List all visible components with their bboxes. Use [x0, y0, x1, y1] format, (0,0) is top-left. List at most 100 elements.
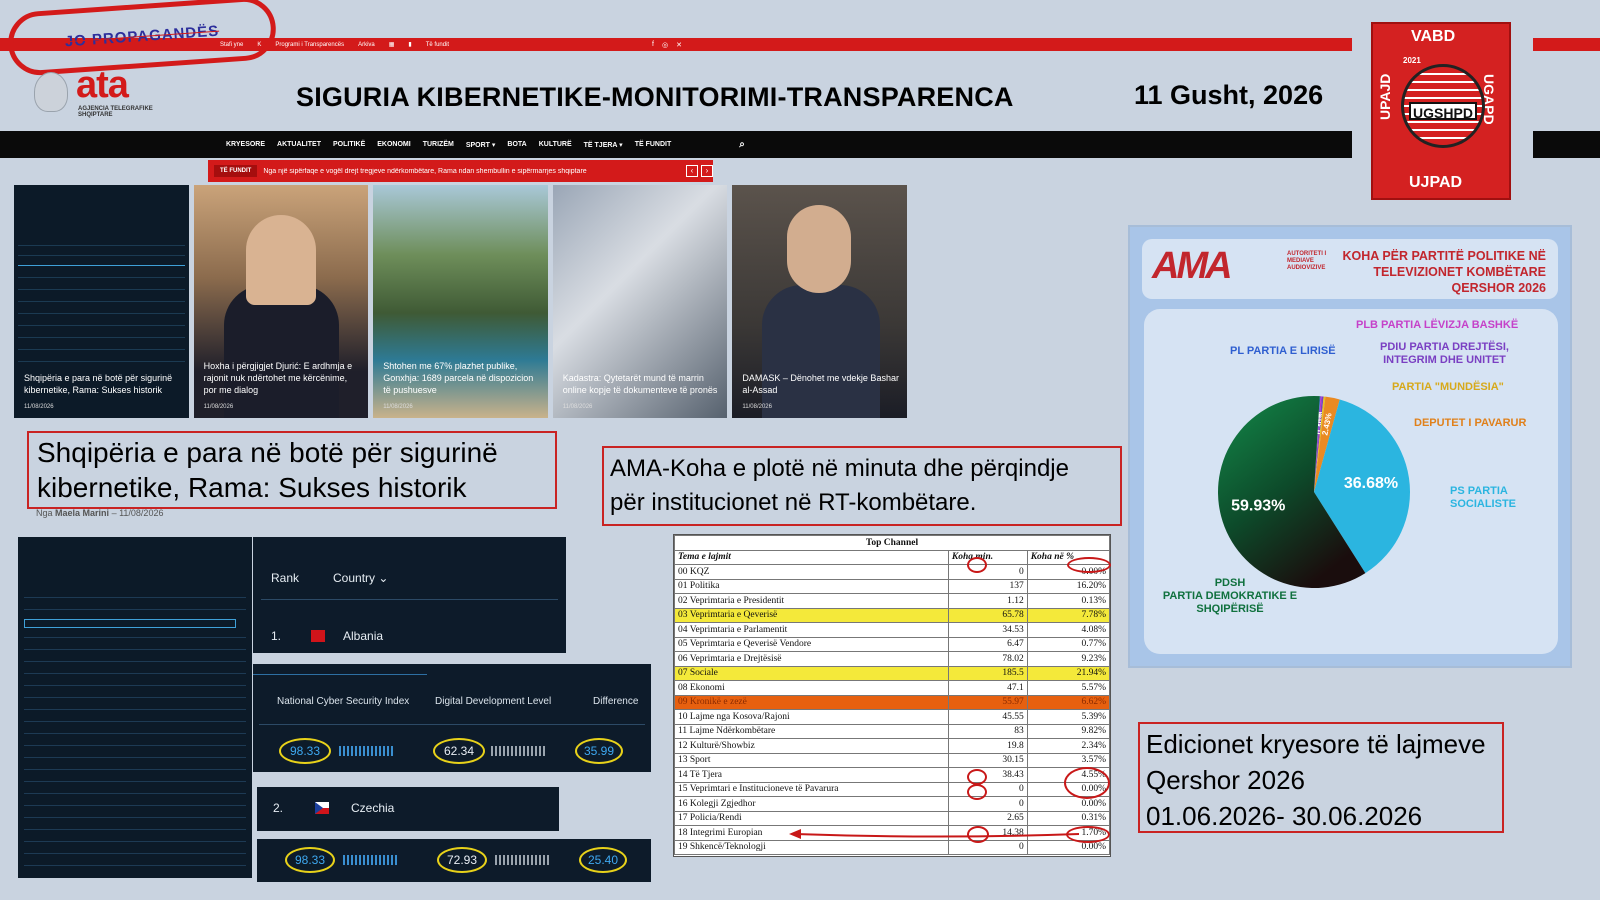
top-link[interactable]: Të fundit	[426, 42, 449, 48]
table-cell-percent: 0.00%	[1026, 796, 1111, 812]
facebook-icon[interactable]: f	[652, 41, 654, 48]
country-name[interactable]: Albania	[343, 629, 383, 643]
table-cell-percent: 16.20%	[1026, 578, 1111, 594]
top-link[interactable]: Arkiva	[358, 42, 375, 48]
ama-note-line: për institucionet në RT-kombëtare.	[610, 489, 977, 516]
table-row: 06 Veprimtaria e Drejtësisë 78.02 9.23%	[674, 651, 1111, 667]
legend-pdsh: PDSH PARTIA DEMOKRATIKE E SHQIPËRISË	[1150, 577, 1310, 616]
ata-logo[interactable]: ata AGJENCIA TELEGRAFIKE SHQIPTARE	[34, 64, 154, 118]
badge-center: UGSHPD	[1409, 102, 1477, 121]
table-cell-topic: 17 Policia/Rendi	[674, 810, 949, 826]
news-card-date: 11/08/2026	[562, 404, 593, 410]
table-row: 03 Veprimtaria e Qeverisë 65.78 7.78%	[674, 607, 1111, 623]
news-card-date: 11/08/2026	[383, 404, 413, 410]
news-card-title[interactable]: Shtohen me 67% plazhet publike, Gonxhja:…	[383, 360, 540, 396]
main-nav: KRYESORE AKTUALITET POLITIKË EKONOMI TUR…	[226, 131, 745, 158]
flag-fr-icon[interactable]: ▮	[408, 41, 411, 48]
article-title-line: Shqipëria e para në botë për sigurinë	[37, 437, 498, 468]
news-card-date: 11/08/2026	[24, 404, 54, 410]
ticker-text[interactable]: Nga një sipërfaqe e vogël drejt tregjeve…	[263, 168, 683, 175]
difference-value: 25.40	[579, 847, 627, 873]
table-cell-topic: 07 Sociale	[674, 665, 949, 681]
table-row: 11 Lajme Ndërkombëtare 83 9.82%	[674, 723, 1111, 739]
table-cell-topic: 14 Të Tjera	[674, 767, 949, 783]
table-cell-minutes: 6.47	[947, 636, 1028, 652]
byline: Nga Maela Marini – 11/08/2026	[36, 508, 164, 518]
nav-item[interactable]: POLITIKË	[333, 141, 365, 148]
ama-title-line: KOHA PËR PARTITË POLITIKE NË	[1342, 249, 1547, 263]
legend-ps-line: PS PARTIA	[1450, 485, 1508, 497]
chevron-left-icon[interactable]: ‹	[686, 165, 699, 177]
pie-slice-label: 36.68%	[1344, 475, 1398, 492]
table-row: 12 Kulturë/Showbiz 19.8 2.34%	[674, 738, 1111, 754]
table-cell-minutes: 19.8	[947, 738, 1028, 754]
annotation-circle	[1067, 557, 1111, 573]
chevron-right-icon[interactable]: ›	[701, 165, 714, 177]
table-cell-topic: 03 Veprimtaria e Qeverisë	[674, 607, 949, 623]
news-card[interactable]: Kadastra: Qytetarët mund të marrin onlin…	[552, 185, 728, 418]
news-card[interactable]: Shtohen me 67% plazhet publike, Gonxhja:…	[373, 185, 548, 418]
flag-czechia-icon	[315, 802, 329, 814]
article-title-box: Shqipëria e para në botë për sigurinë ki…	[27, 431, 557, 509]
top-link[interactable]: Programi i Transparencës	[275, 42, 344, 48]
ama-note-box: AMA-Koha e plotë në minuta dhe përqindje…	[602, 446, 1122, 526]
legend-ps: PS PARTIA SOCIALISTE	[1450, 485, 1516, 511]
table-cell-percent: 0.13%	[1026, 593, 1111, 609]
nav-item[interactable]: TË TJERA ▾	[584, 141, 623, 149]
legend-pdiu-line: PDIU PARTIA DREJTËSI,	[1380, 341, 1509, 353]
news-card-title[interactable]: Kadastra: Qytetarët mund të marrin onlin…	[563, 372, 720, 396]
table-cell-topic: 09 Kronikë e zezë	[674, 694, 949, 710]
legend-pdsh-line: PARTIA DEMOKRATIKE E	[1162, 590, 1298, 602]
flag-uk-icon[interactable]: ▦	[389, 41, 395, 48]
table-row: 04 Veprimtaria e Parlamentit 34.53 4.08%	[674, 622, 1111, 638]
pie-slice-label: 59.93%	[1231, 498, 1285, 515]
table-cell-minutes: 65.78	[947, 607, 1028, 623]
table-cell-topic: 05 Veprimtaria e Qeverisë Vendore	[674, 636, 949, 652]
news-card[interactable]: Hoxha i përgjigjet Djurić: E ardhmja e r…	[193, 185, 369, 418]
nav-item[interactable]: KRYESORE	[226, 141, 265, 148]
rank-value: 1.	[271, 629, 282, 643]
ama-infographic: AMA AUTORITETI I MEDIAVE AUDIOVIZIVE KOH…	[1128, 225, 1572, 668]
nav-item[interactable]: AKTUALITET	[277, 141, 321, 148]
table-channel: Top Channel	[674, 535, 1110, 551]
table-cell-percent: 0.77%	[1026, 636, 1111, 652]
nav-item[interactable]: KULTURË	[539, 141, 572, 148]
ama-note-line: AMA-Koha e plotë në minuta dhe përqindje	[610, 455, 1069, 482]
news-cards: Shqipëria e para në botë për sigurinë ki…	[14, 185, 907, 418]
table-cell-topic: 01 Politika	[674, 578, 949, 594]
social-links: f ◎ ✕	[652, 38, 682, 51]
metric-header[interactable]: Digital Development Level	[435, 696, 551, 707]
table-cell-topic: 12 Kulturë/Showbiz	[674, 738, 949, 754]
news-card-title[interactable]: DAMASK – Dënohet me vdekje Bashar al-Ass…	[742, 372, 899, 396]
ddl-bar	[491, 746, 545, 756]
byline-author[interactable]: Maela Marini	[55, 508, 109, 518]
search-icon[interactable]: ⌕	[739, 139, 745, 150]
table-cell-topic: 02 Veprimtaria e Presidentit	[674, 593, 949, 609]
badge-left: UPAJD	[1377, 73, 1393, 120]
metric-header[interactable]: Difference	[593, 696, 638, 707]
nav-item[interactable]: EKONOMI	[377, 141, 410, 148]
nav-item[interactable]: TURIZËM	[423, 141, 454, 148]
ama-header: AMA AUTORITETI I MEDIAVE AUDIOVIZIVE KOH…	[1142, 239, 1558, 299]
news-card[interactable]: Shqipëria e para në botë për sigurinë ki…	[14, 185, 189, 418]
news-card[interactable]: DAMASK – Dënohet me vdekje Bashar al-Ass…	[732, 185, 907, 418]
rank-header[interactable]: Rank	[271, 571, 299, 585]
instagram-icon[interactable]: ◎	[662, 41, 668, 49]
metric-header[interactable]: National Cyber Security Index	[277, 696, 409, 707]
news-card-title[interactable]: Shqipëria e para në botë për sigurinë ki…	[24, 372, 181, 396]
ncsi-value: 98.33	[285, 847, 335, 873]
nav-item[interactable]: SPORT ▾	[466, 141, 496, 149]
country-name[interactable]: Czechia	[351, 801, 394, 815]
news-card-date: 11/08/2026	[203, 404, 234, 410]
annotation-circle	[1064, 767, 1110, 799]
legend-pl: PL PARTIA E LIRISË	[1230, 345, 1336, 357]
nav-item[interactable]: BOTA	[507, 141, 526, 148]
table-row: 07 Sociale 185.5 21.94%	[674, 665, 1111, 681]
badge-year: 2021	[1403, 56, 1421, 65]
news-card-title[interactable]: Hoxha i përgjigjet Djurić: E ardhmja e r…	[204, 360, 361, 396]
x-icon[interactable]: ✕	[676, 41, 682, 49]
country-header[interactable]: Country ⌄	[333, 571, 388, 585]
nav-item[interactable]: TË FUNDIT	[635, 141, 672, 148]
flag-albania-icon	[311, 630, 325, 642]
table-cell-minutes: 83	[947, 723, 1028, 739]
